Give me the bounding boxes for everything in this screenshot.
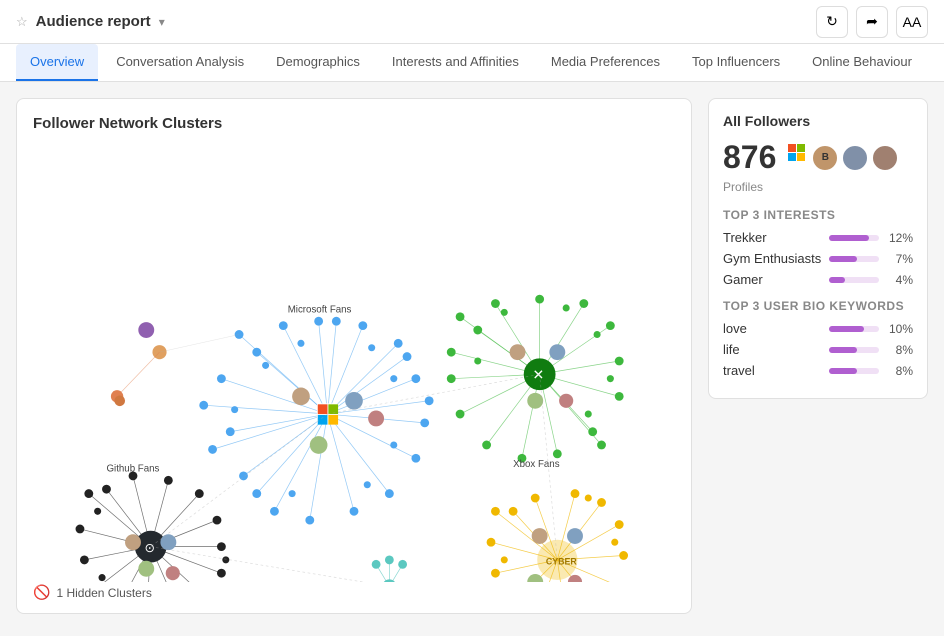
bio-pct-travel: 8% <box>885 364 913 378</box>
interest-pct-gym: 7% <box>885 252 913 266</box>
interest-bar-wrap-gamer <box>829 277 879 283</box>
bio-row-travel: travel 8% <box>723 363 913 378</box>
interest-bar-wrap-gym <box>829 256 879 262</box>
bio-bar-wrap-travel <box>829 368 879 374</box>
all-followers-title: All Followers <box>723 113 913 129</box>
chevron-down-icon[interactable]: ▾ <box>159 15 165 29</box>
header: ☆ Audience report ▾ ↻ ➦ AA <box>0 0 944 44</box>
tab-top-influencers[interactable]: Top Influencers <box>678 44 794 81</box>
followers-count-row: 876 B <box>723 139 913 176</box>
bio-row-life: life 8% <box>723 342 913 357</box>
bio-bar-travel <box>829 368 857 374</box>
star-icon[interactable]: ☆ <box>16 14 28 30</box>
svg-text:Microsoft Fans: Microsoft Fans <box>288 304 352 315</box>
network-title: Follower Network Clusters <box>33 115 675 132</box>
bio-bar-wrap-love <box>829 326 879 332</box>
hidden-clusters-text: 1 Hidden Clusters <box>56 586 151 600</box>
top3-interests-title: Top 3 Interests <box>723 208 913 222</box>
interest-bar-trekker <box>829 235 869 241</box>
svg-text:⊙: ⊙ <box>144 541 154 555</box>
bio-label-travel: travel <box>723 363 823 378</box>
bio-keywords-list: love 10% life 8% travel <box>723 321 913 378</box>
share-button[interactable]: ➦ <box>856 6 888 38</box>
header-actions: ↻ ➦ AA <box>816 6 928 38</box>
interest-pct-trekker: 12% <box>885 231 913 245</box>
tab-overview[interactable]: Overview <box>16 44 98 81</box>
bio-row-love: love 10% <box>723 321 913 336</box>
nav-tabs: Overview Conversation Analysis Demograph… <box>0 44 944 82</box>
bio-label-love: love <box>723 321 823 336</box>
header-left: ☆ Audience report ▾ <box>16 13 165 30</box>
svg-text:Xbox Fans: Xbox Fans <box>513 459 560 470</box>
interest-row-gamer: Gamer 4% <box>723 272 913 287</box>
xbox-cluster: ✕ Xbox Fans <box>447 295 624 470</box>
avatar-3 <box>871 144 899 172</box>
small-cluster <box>372 555 407 582</box>
page-title: Audience report <box>36 13 151 30</box>
network-panel: Follower Network Clusters <box>16 98 692 614</box>
network-svg: Microsoft Fans <box>33 140 675 582</box>
top3-bio-title: Top 3 User Bio Keywords <box>723 299 913 313</box>
github-cluster: ⊙ Github Fans <box>76 464 230 582</box>
followers-label: Profiles <box>723 180 913 194</box>
bio-label-life: life <box>723 342 823 357</box>
interest-label-gamer: Gamer <box>723 272 823 287</box>
bio-bar-life <box>829 347 857 353</box>
interest-bar-wrap-trekker <box>829 235 879 241</box>
avatars-row: B <box>788 144 899 172</box>
aa-button[interactable]: AA <box>896 6 928 38</box>
tab-demographics[interactable]: Demographics <box>262 44 374 81</box>
tab-interests-affinities[interactable]: Interests and Affinities <box>378 44 533 81</box>
interests-list: Trekker 12% Gym Enthusiasts 7% Gamer <box>723 230 913 287</box>
interest-bar-gamer <box>829 277 845 283</box>
followers-count: 876 <box>723 139 776 176</box>
all-followers-card: All Followers 876 B <box>708 98 928 399</box>
hidden-eye-icon: 🚫 <box>33 584 50 601</box>
tab-conversation-analysis[interactable]: Conversation Analysis <box>102 44 258 81</box>
interest-bar-gym <box>829 256 857 262</box>
tab-media-preferences[interactable]: Media Preferences <box>537 44 674 81</box>
tab-online-behaviour[interactable]: Online Behaviour <box>798 44 926 81</box>
avatar-1: B <box>811 144 839 172</box>
refresh-button[interactable]: ↻ <box>816 6 848 38</box>
svg-text:Github Fans: Github Fans <box>106 464 159 475</box>
interest-row-gym: Gym Enthusiasts 7% <box>723 251 913 266</box>
interest-label-gym: Gym Enthusiasts <box>723 251 823 266</box>
cyberx-cluster: CYBER CyberX Fans <box>487 489 628 582</box>
interest-pct-gamer: 4% <box>885 273 913 287</box>
hidden-clusters: 🚫 1 Hidden Clusters <box>33 584 152 601</box>
bio-bar-love <box>829 326 864 332</box>
interest-row-trekker: Trekker 12% <box>723 230 913 245</box>
bio-pct-love: 10% <box>885 322 913 336</box>
microsoft-cluster: Microsoft Fans <box>199 304 433 524</box>
avatar-2 <box>841 144 869 172</box>
main-content: Follower Network Clusters <box>0 82 944 630</box>
bio-bar-wrap-life <box>829 347 879 353</box>
sidebar: All Followers 876 B <box>708 98 928 614</box>
interest-label-trekker: Trekker <box>723 230 823 245</box>
bio-pct-life: 8% <box>885 343 913 357</box>
svg-text:CYBER: CYBER <box>546 556 578 566</box>
